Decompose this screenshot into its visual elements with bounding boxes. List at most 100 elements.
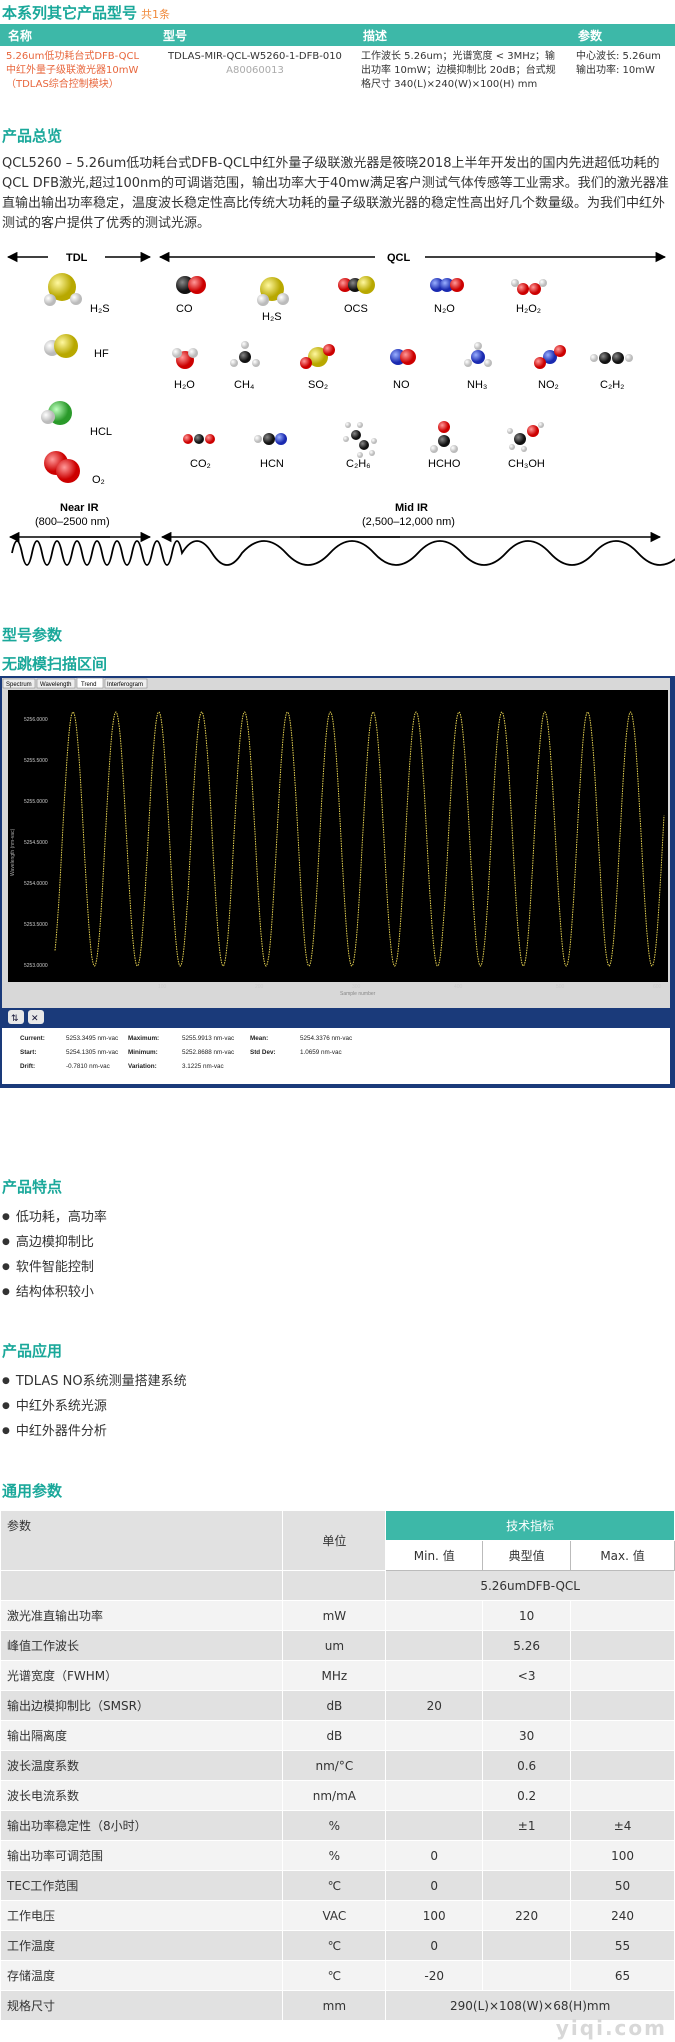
table-cell: 20 [385,1690,484,1721]
stat-label: Current: [20,1035,45,1042]
molecule-label: NO₂ [538,379,559,391]
molecule-c2h2: C₂H₂ [590,352,633,391]
table-cell: TEC工作范围 [0,1870,284,1901]
series-header-desc: 描述 [355,24,570,46]
table-cell [482,1870,572,1901]
series-row[interactable]: 5.26um低功耗台式DFB-QCL中红外量子级联激光器10mW（TDLAS综合… [0,46,675,96]
near-ir-label: Near IR [60,502,99,514]
list-item: 中红外器件分析 [2,1420,187,1445]
table-cell: 0 [385,1870,484,1901]
table-cell [570,1780,675,1811]
molecule-h2o2: H₂O₂ [511,279,547,315]
table-cell [385,1600,484,1631]
stat-label: Drift: [20,1063,35,1070]
stat-label: Maximum: [128,1035,159,1042]
stat-value: 5254.1305 nm-vac [66,1049,118,1056]
x-tick: 200 [255,984,264,990]
stat-label: Variation: [128,1063,157,1070]
molecule-hf: HF [44,334,109,360]
molecule-so2: SO₂ [300,344,335,391]
series-table: 名称 型号 描述 参数 5.26um低功耗台式DFB-QCL中红外量子级联激光器… [0,24,675,96]
table-cell [385,1810,484,1841]
svg-text:Trend: Trend [81,682,96,688]
table-cell [570,1690,675,1721]
product-code: A80060013 [226,65,284,76]
svg-text:✕: ✕ [31,1014,39,1024]
stat-value: 5252.8688 nm-vac [182,1049,234,1056]
table-cell: nm/mA [282,1780,387,1811]
table-row: 存储温度 ℃ -20 65 [0,1960,675,1991]
molecule-label: C₂H₂ [600,379,624,391]
svg-text:Interferogram: Interferogram [107,682,143,688]
table-row: 波长温度系数 nm/°C 0.6 [0,1750,675,1781]
molecule-label: CH₃OH [508,458,545,470]
table-cell: 55 [570,1930,675,1961]
molecule-nh3: NH₃ [464,342,492,391]
molecule-label: CH₄ [234,379,255,391]
molecule-co: CO [176,276,206,315]
molecule-co2: CO₂ [183,434,215,470]
molecule-ocs: OCS [338,276,375,315]
table-cell: 65 [570,1960,675,1991]
table-cell: ±4 [570,1810,675,1841]
mid-ir-range: (2,500–12,000 nm) [362,516,455,528]
applications-list: TDLAS NO系统测量搭建系统 中红外系统光源 中红外器件分析 [2,1370,187,1445]
table-cell: % [282,1840,387,1871]
near-ir-range: (800–2500 nm) [35,516,110,528]
table-cell: mW [282,1600,387,1631]
applications-title: 产品应用 [2,1342,63,1360]
product-link[interactable]: 5.26um低功耗台式DFB-QCL中红外量子级联激光器10mW（TDLAS综合… [6,51,139,90]
stat-label: Std Dev: [250,1049,276,1056]
scan-range-title: 无跳模扫描区间 [2,655,108,673]
table-cell: 激光准直输出功率 [0,1600,284,1631]
qcl-label: QCL [387,252,411,264]
stat-label: Minimum: [128,1049,158,1056]
molecule-no2: NO₂ [534,345,566,391]
table-cell: ±1 [482,1810,572,1841]
list-item: 软件智能控制 [2,1256,107,1281]
header-typ: 典型值 [482,1540,572,1571]
table-cell: 30 [482,1720,572,1751]
trend-software-window: Spectrum Wavelength Trend Interferogram … [0,676,675,1088]
table-row: 工作温度 ℃ 0 55 [0,1930,675,1961]
series-header-model: 型号 [155,24,355,46]
y-tick: 5253.0000 [24,963,48,969]
y-axis-label: Wavelength (nm-vac) [10,828,16,876]
header-unit: 单位 [282,1510,387,1571]
x-tick: 400 [454,984,463,990]
stat-value: 1.0659 nm-vac [300,1049,342,1056]
header-spec: 技术指标 [385,1510,675,1541]
table-cell: um [282,1630,387,1661]
overview-title: 产品总览 [2,127,63,145]
params-table: 参数 单位 技术指标 Min. 值 典型值 Max. 值 5.26umDFB-Q… [0,1510,675,2021]
molecule-label: SO₂ [308,379,328,391]
table-cell [570,1600,675,1631]
general-params-title: 通用参数 [2,1482,63,1500]
table-cell [570,1720,675,1751]
molecule-hcl: HCL [41,401,112,438]
table-cell: 工作温度 [0,1930,284,1961]
table-cell: VAC [282,1900,387,1931]
table-cell: 工作电压 [0,1900,284,1931]
table-cell [482,1930,572,1961]
stat-label: Mean: [250,1035,268,1042]
molecule-o2: O₂ [44,451,105,486]
molecule-n2o: N₂O [430,278,464,315]
header-param: 参数 [0,1510,284,1571]
table-cell [482,1690,572,1721]
product-desc: 工作波长 5.26um；光谱宽度 < 3MHz；输出功率 10mW；边模抑制比 … [361,51,556,90]
stat-value: 3.1225 nm-vac [182,1063,224,1070]
table-cell [385,1780,484,1811]
molecule-label: HCL [90,426,112,438]
table-cell [385,1660,484,1691]
table-cell: 0.2 [482,1780,572,1811]
table-cell: -20 [385,1960,484,1991]
table-cell [385,1630,484,1661]
site-watermark: yiqi.com [555,2016,667,2040]
table-cell: 输出隔离度 [0,1720,284,1751]
table-cell: 规格尺寸 [0,1990,284,2021]
y-tick: 5254.0000 [24,881,48,887]
molecule-label: N₂O [434,303,455,315]
table-cell: 240 [570,1900,675,1931]
stat-value: 5254.3376 nm-vac [300,1035,352,1042]
